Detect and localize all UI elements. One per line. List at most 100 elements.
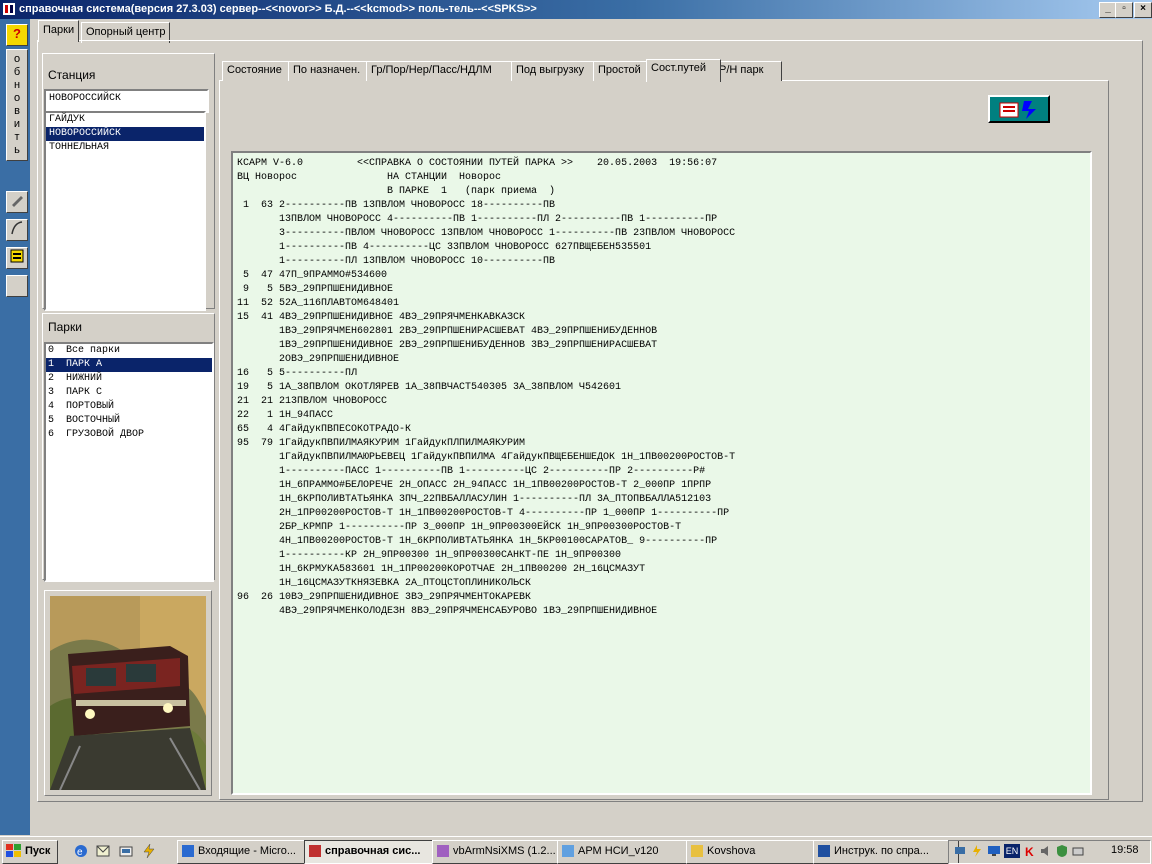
monitor-icon[interactable] xyxy=(987,844,1001,858)
park-list[interactable]: 0 Все парки 1 ПАРК А2 НИЖНИЙ 3 ПАРК С4 ПОР… xyxy=(44,342,214,582)
report-line: 19 5 1А_38ПВЛОМ ОКОТЛЯРЕВ 1А_38ПВЧАСТ540… xyxy=(237,382,622,393)
inner-tab[interactable]: Гр/Пор/Нер/Пасс/НДЛМ xyxy=(366,61,518,81)
lightning-icon[interactable] xyxy=(141,843,157,859)
language-indicator[interactable]: EN xyxy=(1004,844,1020,858)
task-label: Инструк. по спра... xyxy=(834,845,929,857)
task-arm-nsi[interactable]: АРМ НСИ_v120 xyxy=(557,840,704,864)
track-status-report[interactable]: КСАРМ V-6.0 <<СПРАВКА О СОСТОЯНИИ ПУТЕЙ … xyxy=(231,151,1092,795)
refresh-letter: о xyxy=(13,92,21,104)
task-reference-system[interactable]: справочная сис... xyxy=(304,840,450,864)
power-icon[interactable] xyxy=(970,844,984,858)
report-line: 13ПВЛОМ ЧНОВОРОСС 4----------ПВ 1-------… xyxy=(237,214,718,225)
report-line: 3----------ПВЛОМ ЧНОВОРОСС 13ПВЛОМ ЧНОВО… xyxy=(237,228,736,239)
maximize-button[interactable]: ▫ xyxy=(1115,2,1133,18)
start-label: Пуск xyxy=(25,845,51,857)
station-input[interactable]: НОВОРОССИЙСК xyxy=(44,89,209,113)
report-line: 15 41 4ВЭ_29ПРПШЕНИДИВНОЕ 4ВЭ_29ПРЯЧМЕНК… xyxy=(237,312,526,323)
clock: 19:58 xyxy=(1111,844,1139,856)
help-button[interactable]: ? xyxy=(6,24,28,46)
blank-button[interactable] xyxy=(6,275,28,297)
station-list[interactable]: ГАЙДУК НОВОРОССИЙСК ТОННЕЛЬНАЯ xyxy=(44,111,206,311)
inner-tab[interactable]: По назначен. xyxy=(288,61,373,81)
k-icon[interactable]: K xyxy=(1023,844,1037,858)
report-line: КСАРМ V-6.0 <<СПРАВКА О СОСТОЯНИИ ПУТЕЙ … xyxy=(237,158,718,169)
refresh-letter: б xyxy=(13,66,21,78)
inner-tab[interactable]: Состояние xyxy=(222,61,295,81)
park-list-item[interactable]: 5 ВОСТОЧНЫЙ xyxy=(46,414,212,428)
close-button[interactable]: × xyxy=(1134,2,1152,18)
window-title: справочная система(версия 27.3.03) серве… xyxy=(19,3,537,15)
report-line: 1ВЭ_29ПРПШЕНИДИВНОЕ 2ВЭ_29ПРПШЕНИБУДЕННО… xyxy=(237,340,658,351)
report-line: 4ВЭ_29ПРЯЧМЕНКОЛОДЕЗН 8ВЭ_29ПРЯЧМЕНСАБУР… xyxy=(237,606,658,617)
report-button[interactable] xyxy=(6,247,28,269)
report-line: ВЦ Новорос НА СТАНЦИИ Новорос xyxy=(237,172,502,183)
task-vbarmnsi[interactable]: vbArmNsiXMS (1.2... xyxy=(432,840,575,864)
report-line: 1ВЭ_29ПРЯЧМЕН602801 2ВЭ_29ПРПШЕНИРАСШЕВА… xyxy=(237,326,658,337)
inner-tab[interactable]: Под выгрузку xyxy=(511,61,600,81)
station-list-item[interactable]: ТОННЕЛЬНАЯ xyxy=(46,141,204,155)
station-list-item[interactable]: ГАЙДУК xyxy=(46,113,204,127)
refresh-letter: н xyxy=(13,79,21,91)
ie-icon[interactable]: e xyxy=(73,843,89,859)
drive-icon[interactable] xyxy=(1071,844,1085,858)
refresh-letter: в xyxy=(14,105,20,117)
task-label: Входящие - Micro... xyxy=(198,845,296,857)
report-line: 1----------ПЛ 13ПВЛОМ ЧНОВОРОСС 10------… xyxy=(237,256,556,267)
svg-text:e: e xyxy=(77,847,83,858)
task-label: vbArmNsiXMS (1.2... xyxy=(453,845,556,857)
svg-text:K: K xyxy=(1025,845,1034,858)
volume-icon[interactable] xyxy=(1039,844,1053,858)
inner-tab[interactable]: Р/Н парк xyxy=(714,61,782,81)
app-icon xyxy=(309,845,321,857)
title-bar[interactable]: справочная система(версия 27.3.03) серве… xyxy=(0,0,1152,19)
edit-button[interactable] xyxy=(6,191,28,213)
report-line: 21 21 213ПВЛОМ ЧНОВОРОСС xyxy=(237,396,388,407)
pencil-icon xyxy=(12,196,23,207)
show-desktop-icon[interactable] xyxy=(118,843,134,859)
print-button[interactable] xyxy=(988,95,1050,123)
park-list-item[interactable]: 4 ПОРТОВЫЙ xyxy=(46,400,212,414)
refresh-letter: ь xyxy=(14,144,20,156)
park-list-item[interactable]: 6 ГРУЗОВОЙ ДВОР xyxy=(46,428,212,442)
app-icon xyxy=(562,845,574,857)
task-kovshova[interactable]: Kovshova xyxy=(686,840,831,864)
report-line: 9 5 5ВЭ_29ПРПШЕНИДИВНОЕ xyxy=(237,284,394,295)
report-line: 2БР_КРМПР 1----------ПР 3_000ПР 1Н_9ПР00… xyxy=(237,522,682,533)
task-label: АРМ НСИ_v120 xyxy=(578,845,659,857)
report-line: В ПАРКЕ 1 (парк приема ) xyxy=(237,186,556,197)
park-list-item[interactable]: 0 Все парки xyxy=(46,344,212,358)
tab-parks[interactable]: Парки xyxy=(38,20,80,42)
report-line: 11 52 52А_116ПЛАВТОМ648401 xyxy=(237,298,400,309)
park-list-item[interactable]: 2 НИЖНИЙ xyxy=(46,372,212,386)
refresh-letter: о xyxy=(13,53,21,65)
task-label: справочная сис... xyxy=(325,845,421,857)
task-instructions[interactable]: Инструк. по спра... xyxy=(813,840,959,864)
app-icon xyxy=(691,845,703,857)
park-list-item[interactable]: 3 ПАРК С xyxy=(46,386,212,400)
shield-icon[interactable] xyxy=(1055,844,1069,858)
inner-tab[interactable]: Простой xyxy=(593,61,653,81)
app-icon xyxy=(818,845,830,857)
report-line: 1Н_6КРМУКА583601 1Н_1ПР00200КОРОТЧАЕ 2Н_… xyxy=(237,564,646,575)
line-tool-button[interactable] xyxy=(6,219,28,241)
report-line: 2ОВЭ_29ПРПШЕНИДИВНОЕ xyxy=(237,354,400,365)
park-list-item[interactable]: 1 ПАРК А xyxy=(46,358,212,372)
report-line: 5 47 47П_9ПРАММО#534600 xyxy=(237,270,388,281)
outlook-icon[interactable] xyxy=(95,843,111,859)
station-list-item[interactable]: НОВОРОССИЙСК xyxy=(46,127,204,141)
inner-tab[interactable]: Сост.путей xyxy=(646,59,721,82)
left-toolbar: ? обновить xyxy=(0,19,30,835)
task-outlook[interactable]: Входящие - Micro... xyxy=(177,840,322,864)
curve-icon xyxy=(11,221,23,235)
report-line: 1ГайдукПВПИЛМАЮРЬЕВЕЦ 1ГайдукПВПИЛМА 4Га… xyxy=(237,452,736,463)
report-line: 1----------КР 2Н_9ПР00300 1Н_9ПР00300САН… xyxy=(237,550,622,561)
report-line: 1 63 2----------ПВ 13ПВЛОМ ЧНОВОРОСС 18-… xyxy=(237,200,556,211)
start-button[interactable]: Пуск xyxy=(2,840,58,864)
network-icon[interactable] xyxy=(953,844,967,858)
refresh-button[interactable]: обновить xyxy=(6,49,28,161)
parks-label: Парки xyxy=(48,320,82,334)
locomotive-image xyxy=(50,596,206,790)
document-icon xyxy=(10,249,24,263)
report-line: 65 4 4ГайдукПВПЕСОКОТРАДО-К xyxy=(237,424,412,435)
report-line: 1----------ПВ 4----------ЦС 33ПВЛОМ ЧНОВ… xyxy=(237,242,652,253)
